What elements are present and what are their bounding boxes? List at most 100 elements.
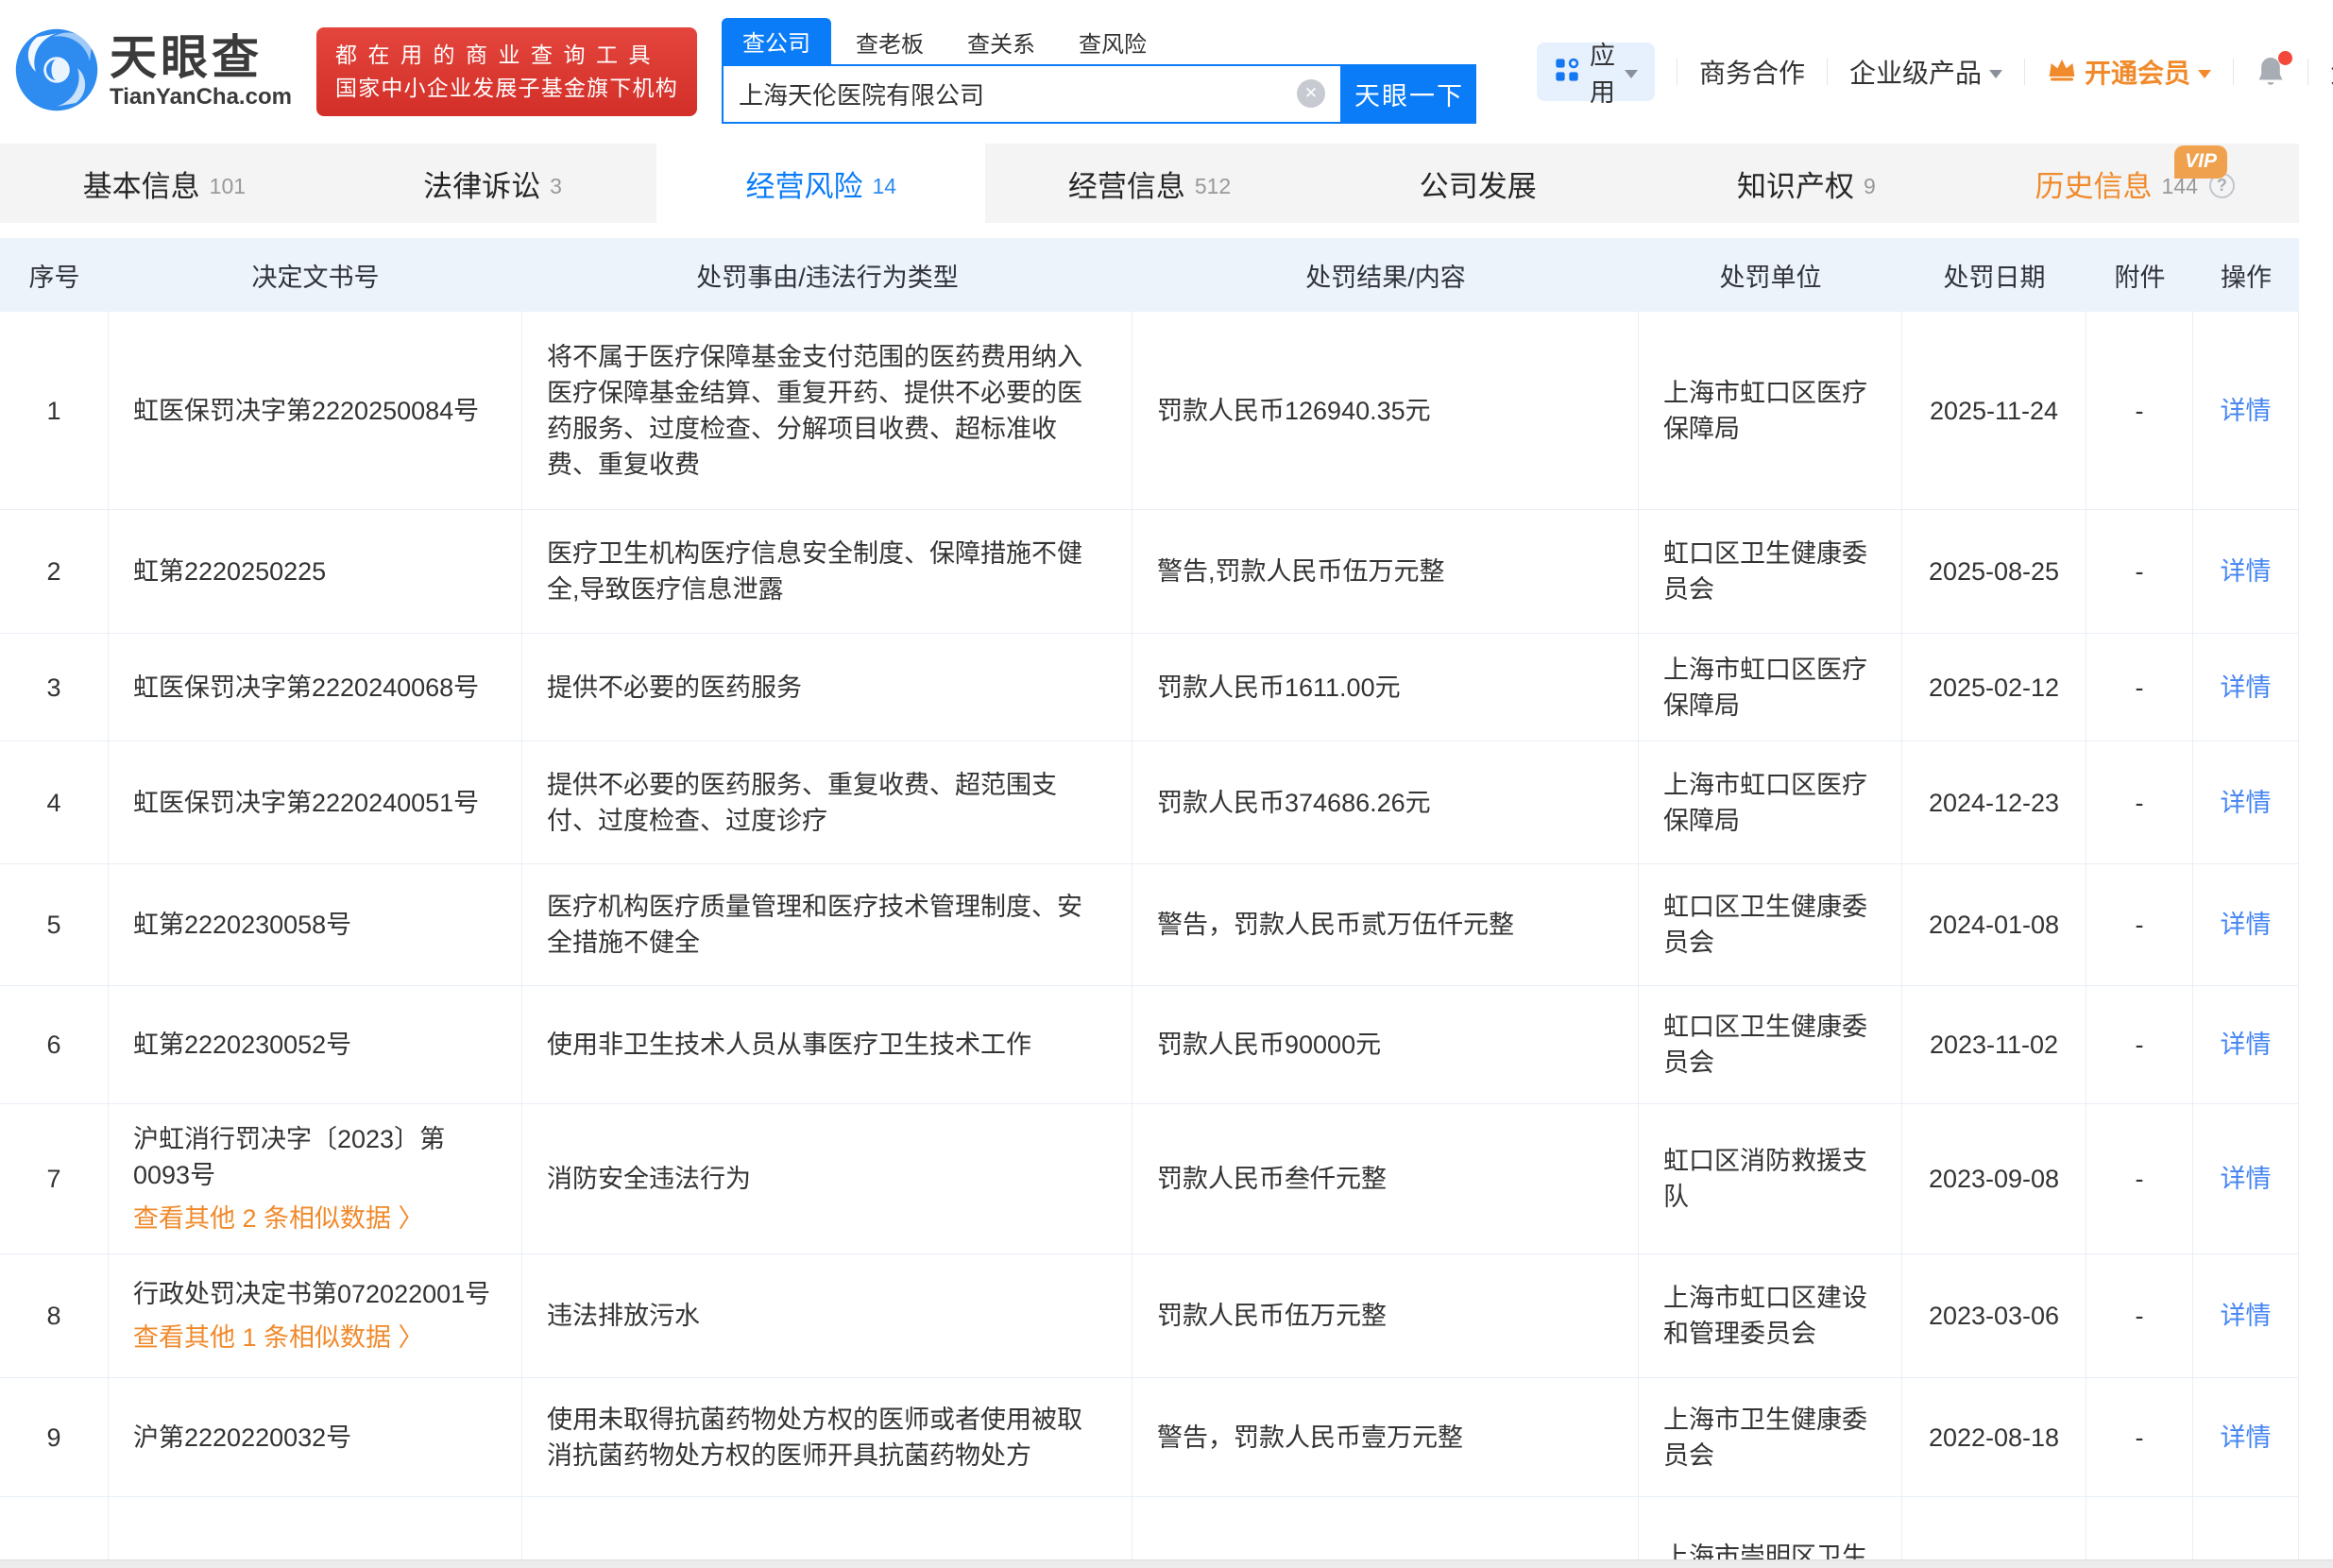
table-row: 1虹医保罚决字第2220250084号将不属于医疗保障基金支付范围的医药费用纳入… (0, 312, 2299, 510)
doc-number-cell: 虹第2220230058号 (109, 864, 522, 985)
logo-title: 天眼查 (110, 33, 292, 83)
action-cell: 详情 (2193, 986, 2299, 1103)
penalty-authority: 上海市崇明区卫生和计划生育委员会 (1639, 1497, 1902, 1568)
action-cell: 详情 (2193, 741, 2299, 863)
divider (2024, 59, 2025, 85)
doc-number-cell: 沪虹消行罚决字〔2023〕第0093号查看其他 2 条相似数据 〉 (109, 1104, 522, 1253)
tianyancha-logo[interactable]: 天眼查 TianYanCha.com (13, 26, 292, 118)
table-row: 10崇第2220180003号未取得《医疗机构执业许可证》擅自执业罚款上海市崇明… (0, 1497, 2299, 1568)
doc-number-cell: 虹第2220250225 (109, 510, 522, 633)
table-row: 6虹第2220230052号使用非卫生技术人员从事医疗卫生技术工作罚款人民币90… (0, 986, 2299, 1104)
doc-number: 虹第2220230052号 (133, 1027, 351, 1063)
search-tab[interactable]: 查风险 (1079, 20, 1147, 64)
tab-count: 512 (1195, 174, 1231, 199)
apps-label: 应用 (1590, 35, 1615, 109)
search-tab[interactable]: 查公司 (722, 18, 831, 64)
section-tab[interactable]: 经营信息 512 (985, 144, 1314, 223)
penalty-authority: 上海市卫生健康委员会 (1639, 1378, 1902, 1496)
section-tab[interactable]: 历史信息144VIP? (1970, 144, 2299, 223)
penalty-authority: 上海市虹口区医疗保障局 (1639, 741, 1902, 863)
menu-business-cooperation[interactable]: 商务合作 (1699, 53, 1805, 91)
doc-number-cell: 虹医保罚决字第2220240051号 (109, 741, 522, 863)
notification-bell[interactable] (2256, 56, 2286, 88)
attachment-cell: - (2086, 741, 2193, 863)
similar-data-link[interactable]: 查看其他 1 条相似数据 〉 (133, 1320, 424, 1355)
row-number: 3 (0, 634, 109, 741)
table-row: 8行政处罚决定书第072022001号查看其他 1 条相似数据 〉违法排放污水罚… (0, 1254, 2299, 1378)
section-tab[interactable]: 基本信息101 (0, 144, 329, 223)
search-box[interactable]: ✕ (722, 64, 1342, 124)
row-number: 5 (0, 864, 109, 985)
action-cell: 详情 (2193, 1104, 2299, 1253)
table-row: 4虹医保罚决字第2220240051号提供不必要的医药服务、重复收费、超范围支付… (0, 741, 2299, 864)
search-tab[interactable]: 查老板 (856, 20, 924, 64)
penalty-date: 2025-02-12 (1902, 634, 2086, 741)
table-body: 1虹医保罚决字第2220250084号将不属于医疗保障基金支付范围的医药费用纳入… (0, 312, 2299, 1568)
row-number: 2 (0, 510, 109, 633)
penalty-reason: 提供不必要的医药服务 (522, 634, 1132, 741)
tianyancha-page: 天眼查 TianYanCha.com 都在用的商业查询工具 国家中小企业发展子基… (0, 0, 2333, 1568)
chevron-down-icon (1625, 70, 1638, 78)
clear-icon[interactable]: ✕ (1297, 79, 1325, 108)
column-header: 决定文书号 (109, 238, 522, 312)
penalty-date: 2024-12-23 (1902, 741, 2086, 863)
attachment-cell: - (2086, 510, 2193, 633)
menu-label: 开通会员 (2085, 53, 2190, 91)
action-cell: 详情 (2193, 1254, 2299, 1377)
detail-link[interactable]: 详情 (2221, 1027, 2272, 1063)
attachment-cell: - (2086, 1497, 2193, 1568)
column-header: 处罚事由/违法行为类型 (522, 238, 1132, 312)
search-input[interactable] (739, 79, 1297, 109)
detail-link[interactable]: 详情 (2221, 393, 2272, 429)
penalty-result: 罚款人民币126940.35元 (1132, 312, 1639, 509)
penalty-reason: 将不属于医疗保障基金支付范围的医药费用纳入医疗保障基金结算、重复开药、提供不必要… (522, 312, 1132, 509)
search-tab[interactable]: 查关系 (967, 20, 1035, 64)
tab-label: 公司发展 (1420, 162, 1537, 205)
doc-number: 沪第2220220032号 (133, 1420, 351, 1456)
penalty-authority: 上海市虹口区医疗保障局 (1639, 634, 1902, 741)
top-header: 天眼查 TianYanCha.com 都在用的商业查询工具 国家中小企业发展子基… (0, 0, 2333, 144)
tab-label: 经营信息 (1068, 162, 1185, 205)
logo-text: 天眼查 TianYanCha.com (110, 33, 292, 111)
apps-button[interactable]: 应用 (1537, 43, 1655, 101)
detail-link[interactable]: 详情 (2221, 1161, 2272, 1197)
penalty-date: 2025-11-24 (1902, 312, 2086, 509)
similar-data-link[interactable]: 查看其他 2 条相似数据 〉 (133, 1201, 424, 1236)
menu-vip-upgrade[interactable]: 开通会员 (2047, 53, 2211, 91)
detail-link[interactable]: 详情 (2221, 670, 2272, 706)
penalty-result: 罚款 (1132, 1497, 1639, 1568)
penalty-reason: 医疗机构医疗质量管理和医疗技术管理制度、安全措施不健全 (522, 864, 1132, 985)
row-number: 6 (0, 986, 109, 1103)
section-tab[interactable]: 知识产权9 (1643, 144, 1971, 223)
detail-link[interactable]: 详情 (2221, 907, 2272, 943)
vip-badge: VIP (2174, 145, 2227, 179)
penalty-result: 罚款人民币伍万元整 (1132, 1254, 1639, 1377)
divider (2233, 59, 2234, 85)
detail-link[interactable]: 详情 (2221, 1298, 2272, 1334)
doc-number: 虹第2220250225 (133, 554, 326, 589)
detail-link[interactable]: 详情 (2221, 785, 2272, 821)
penalty-table: 序号决定文书号处罚事由/违法行为类型处罚结果/内容处罚单位处罚日期附件操作 1虹… (0, 238, 2299, 1568)
search-row: ✕ 天眼一下 (722, 64, 1476, 124)
tab-label: 法律诉讼 (423, 162, 540, 205)
tab-label: 知识产权 (1737, 162, 1854, 205)
penalty-date: 2023-03-06 (1902, 1254, 2086, 1377)
horizontal-scrollbar[interactable] (0, 1559, 2333, 1568)
section-tab[interactable]: 公司发展 (1314, 144, 1643, 223)
menu-enterprise-products[interactable]: 企业级产品 (1849, 53, 2002, 91)
action-cell: 详情 (2193, 1378, 2299, 1496)
detail-link[interactable]: 详情 (2221, 1420, 2272, 1456)
search-button[interactable]: 天眼一下 (1342, 64, 1476, 124)
column-header: 操作 (2193, 238, 2299, 312)
penalty-result: 罚款人民币叁仟元整 (1132, 1104, 1639, 1253)
penalty-result: 罚款人民币1611.00元 (1132, 634, 1639, 741)
logo-domain: TianYanCha.com (110, 84, 292, 111)
detail-link[interactable]: 详情 (2221, 554, 2272, 589)
penalty-authority: 虹口区卫生健康委员会 (1639, 986, 1902, 1103)
section-tab[interactable]: 经营风险14 (656, 144, 985, 223)
penalty-result: 警告，罚款人民币贰万伍仟元整 (1132, 864, 1639, 985)
section-tab[interactable]: 法律诉讼3 (329, 144, 657, 223)
penalty-reason: 消防安全违法行为 (522, 1104, 1132, 1253)
menu-label: 商务合作 (1699, 53, 1805, 91)
attachment-cell: - (2086, 1254, 2193, 1377)
